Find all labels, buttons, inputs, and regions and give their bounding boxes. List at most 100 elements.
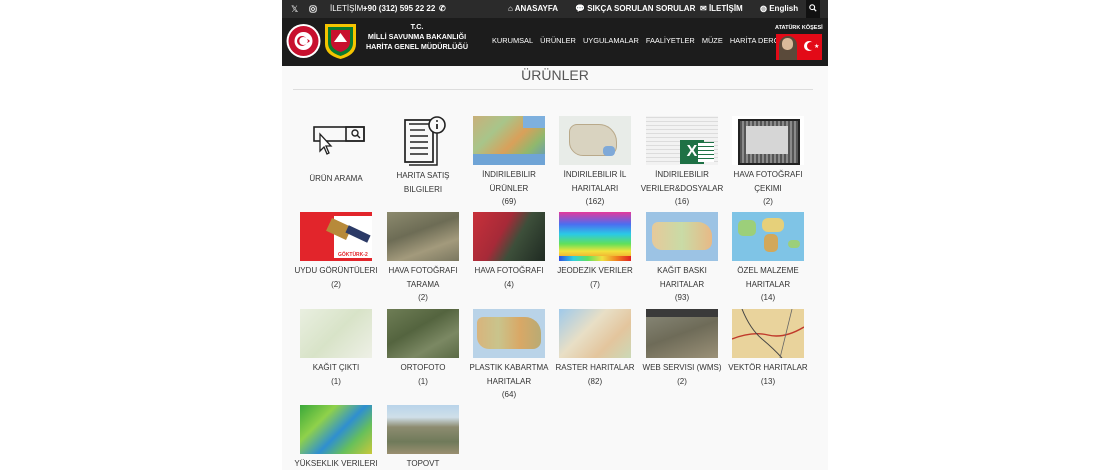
home-icon: ⌂ [508,4,513,13]
product-tile[interactable]: Ürün Arama [293,119,379,186]
tile-label: Kağıt Baskı Haritalar [657,266,707,289]
product-tile[interactable]: Kağıt Çıktı (1) [293,309,379,388]
tile-label: Hava Fotoğrafı [474,266,544,275]
phone-icon: ✆ [439,4,446,13]
product-tile[interactable]: Ortofoto (1) [380,309,466,388]
nav-item-muze[interactable]: MÜZE [702,36,723,45]
product-tile[interactable]: Plastik Kabartma Haritalar (64) [466,309,552,402]
org-line-3: HARİTA GENEL MÜDÜRLÜĞÜ [365,42,469,51]
tile-label: Web Servisi (WMS) [642,363,722,372]
tile-count: (64) [501,390,517,399]
orthophoto-image [387,309,459,358]
main-nav: KURUMSAL ÜRÜNLER UYGULAMALAR FAALİYETLER… [492,36,793,45]
instagram-icon[interactable] [309,0,317,18]
globe-icon: ◍ [760,4,767,13]
province-maps-image [559,116,631,165]
data-files-image: X [646,116,718,165]
product-tile[interactable]: GÖKTÜRK-2 Uydu Görüntüleri (2) [293,212,379,291]
product-tile[interactable]: Jeodezik Veriler (7) [552,212,638,291]
aerial-photo-image [473,212,545,261]
tile-count: (93) [674,293,690,302]
product-tile[interactable]: Hava Fotoğrafı (4) [466,212,552,291]
tile-count: (14) [760,293,776,302]
contact-link[interactable]: ✉ İLETİŞİM [700,0,743,18]
tile-label: Uydu Görüntüleri [294,266,378,275]
tile-label: Jeodezik Veriler [557,266,633,275]
nav-item-urunler[interactable]: ÜRÜNLER [540,36,576,45]
product-tile[interactable]: İndirilebilir Ürünler (69) [466,116,552,209]
home-label: ANASAYFA [514,4,559,13]
tile-count: (2) [418,293,428,302]
mail-icon: ✉ [700,4,707,13]
satellite-caption: GÖKTÜRK-2 [338,252,368,258]
tile-label: Hava Fotoğrafı Çekimi [733,170,803,193]
phone-number[interactable]: +90 (312) 595 22 22 [363,0,435,18]
nav-item-uygulamalar[interactable]: UYGULAMALAR [583,36,639,45]
hgm-emblem-icon[interactable] [323,22,358,60]
relief-maps-image [473,309,545,358]
nav-item-faaliyetler[interactable]: FAALİYETLER [646,36,695,45]
product-search-icon [300,119,372,159]
product-tile[interactable]: Raster Haritalar (82) [552,309,638,388]
tile-count: (2) [331,279,341,289]
product-tile[interactable]: İndirilebilir İl Haritaları (162) [552,116,638,209]
x-twitter-icon[interactable]: 𝕏 [291,0,298,18]
product-tile[interactable]: Vektör Haritalar (13) [725,309,811,388]
site-header: T.C. MİLLİ SAVUNMA BAKANLIĞI HARİTA GENE… [282,18,828,66]
faq-link[interactable]: 💬 SIKÇA SORULAN SORULAR [575,0,695,18]
geodetic-data-image [559,212,631,261]
page: 𝕏 İLETİŞİM: +90 (312) 595 22 22 ✆ ⌂ ANAS… [282,0,828,470]
ministry-emblem-icon[interactable] [286,22,321,60]
downloadable-products-image [473,116,545,165]
product-tile[interactable]: X İndirilebilir Veriler&Dosyalar (16) [639,116,725,209]
page-title: ÜRÜNLER [521,67,589,83]
ataturk-corner-label[interactable]: ATATÜRK KÖŞESİ [775,25,823,31]
chat-icon: 💬 [575,4,585,13]
tile-label: İndirilebilir İl Haritaları [563,170,627,193]
ataturk-corner-image[interactable]: ★ [776,34,822,60]
tile-count: (82) [587,376,603,386]
home-link[interactable]: ⌂ ANASAYFA [508,0,558,18]
tile-label: Özel Malzeme Haritalar [737,266,799,289]
tile-count: (13) [760,376,776,386]
aerial-photo-scan-image [387,212,459,261]
product-tile[interactable]: Topovt [380,405,466,471]
language-label: English [769,4,799,13]
faq-label: SIKÇA SORULAN SORULAR [587,4,696,13]
paper-printout-image [300,309,372,358]
org-line-1: T.C. [410,22,424,31]
product-tile[interactable]: Harita Satış Bilgileri [380,116,466,196]
elevation-data-image [300,405,372,454]
product-tile[interactable]: Web Servisi (WMS) (2) [639,309,725,388]
tile-count: (1) [418,376,428,386]
language-link[interactable]: ◍ English [760,0,798,18]
web-service-image [646,309,718,358]
tile-label: Kağıt Çıktı [312,363,360,372]
tile-label: Vektör Haritalar [728,363,808,372]
tile-count: (16) [674,197,690,206]
tile-label: Raster Haritalar [555,363,635,372]
tile-count: (162) [585,197,605,206]
aerial-photo-shoot-image [732,116,804,165]
product-tile[interactable]: Özel Malzeme Haritalar (14) [725,212,811,305]
tile-count: (2) [677,376,687,386]
product-tile[interactable]: Kağıt Baskı Haritalar (93) [639,212,725,305]
tile-count: (1) [331,376,341,386]
product-tile[interactable]: Yükseklik Verileri [293,405,379,471]
tile-label: İndirilebilir Veriler&Dosyalar [640,170,724,193]
product-tile[interactable]: Hava Fotoğrafı Tarama (2) [380,212,466,305]
tile-count: (2) [763,197,773,206]
nav-item-kurumsal[interactable]: KURUMSAL [492,36,533,45]
top-bar: 𝕏 İLETİŞİM: +90 (312) 595 22 22 ✆ ⌂ ANAS… [282,0,828,18]
tile-label: Yükseklik Verileri [294,459,378,468]
tile-label: Plastik Kabartma Haritalar [469,363,549,386]
contact-link-label: İLETİŞİM [708,4,743,13]
contact-label: İLETİŞİM: [330,4,366,13]
product-tile[interactable]: Hava Fotoğrafı Çekimi (2) [725,116,811,209]
tile-label: Hava Fotoğrafı Tarama [388,266,458,289]
search-icon[interactable] [806,0,820,18]
satellite-images-image: GÖKTÜRK-2 [300,212,372,261]
title-divider [293,89,813,90]
topovt-image [387,405,459,454]
tile-count: (69) [501,197,517,206]
